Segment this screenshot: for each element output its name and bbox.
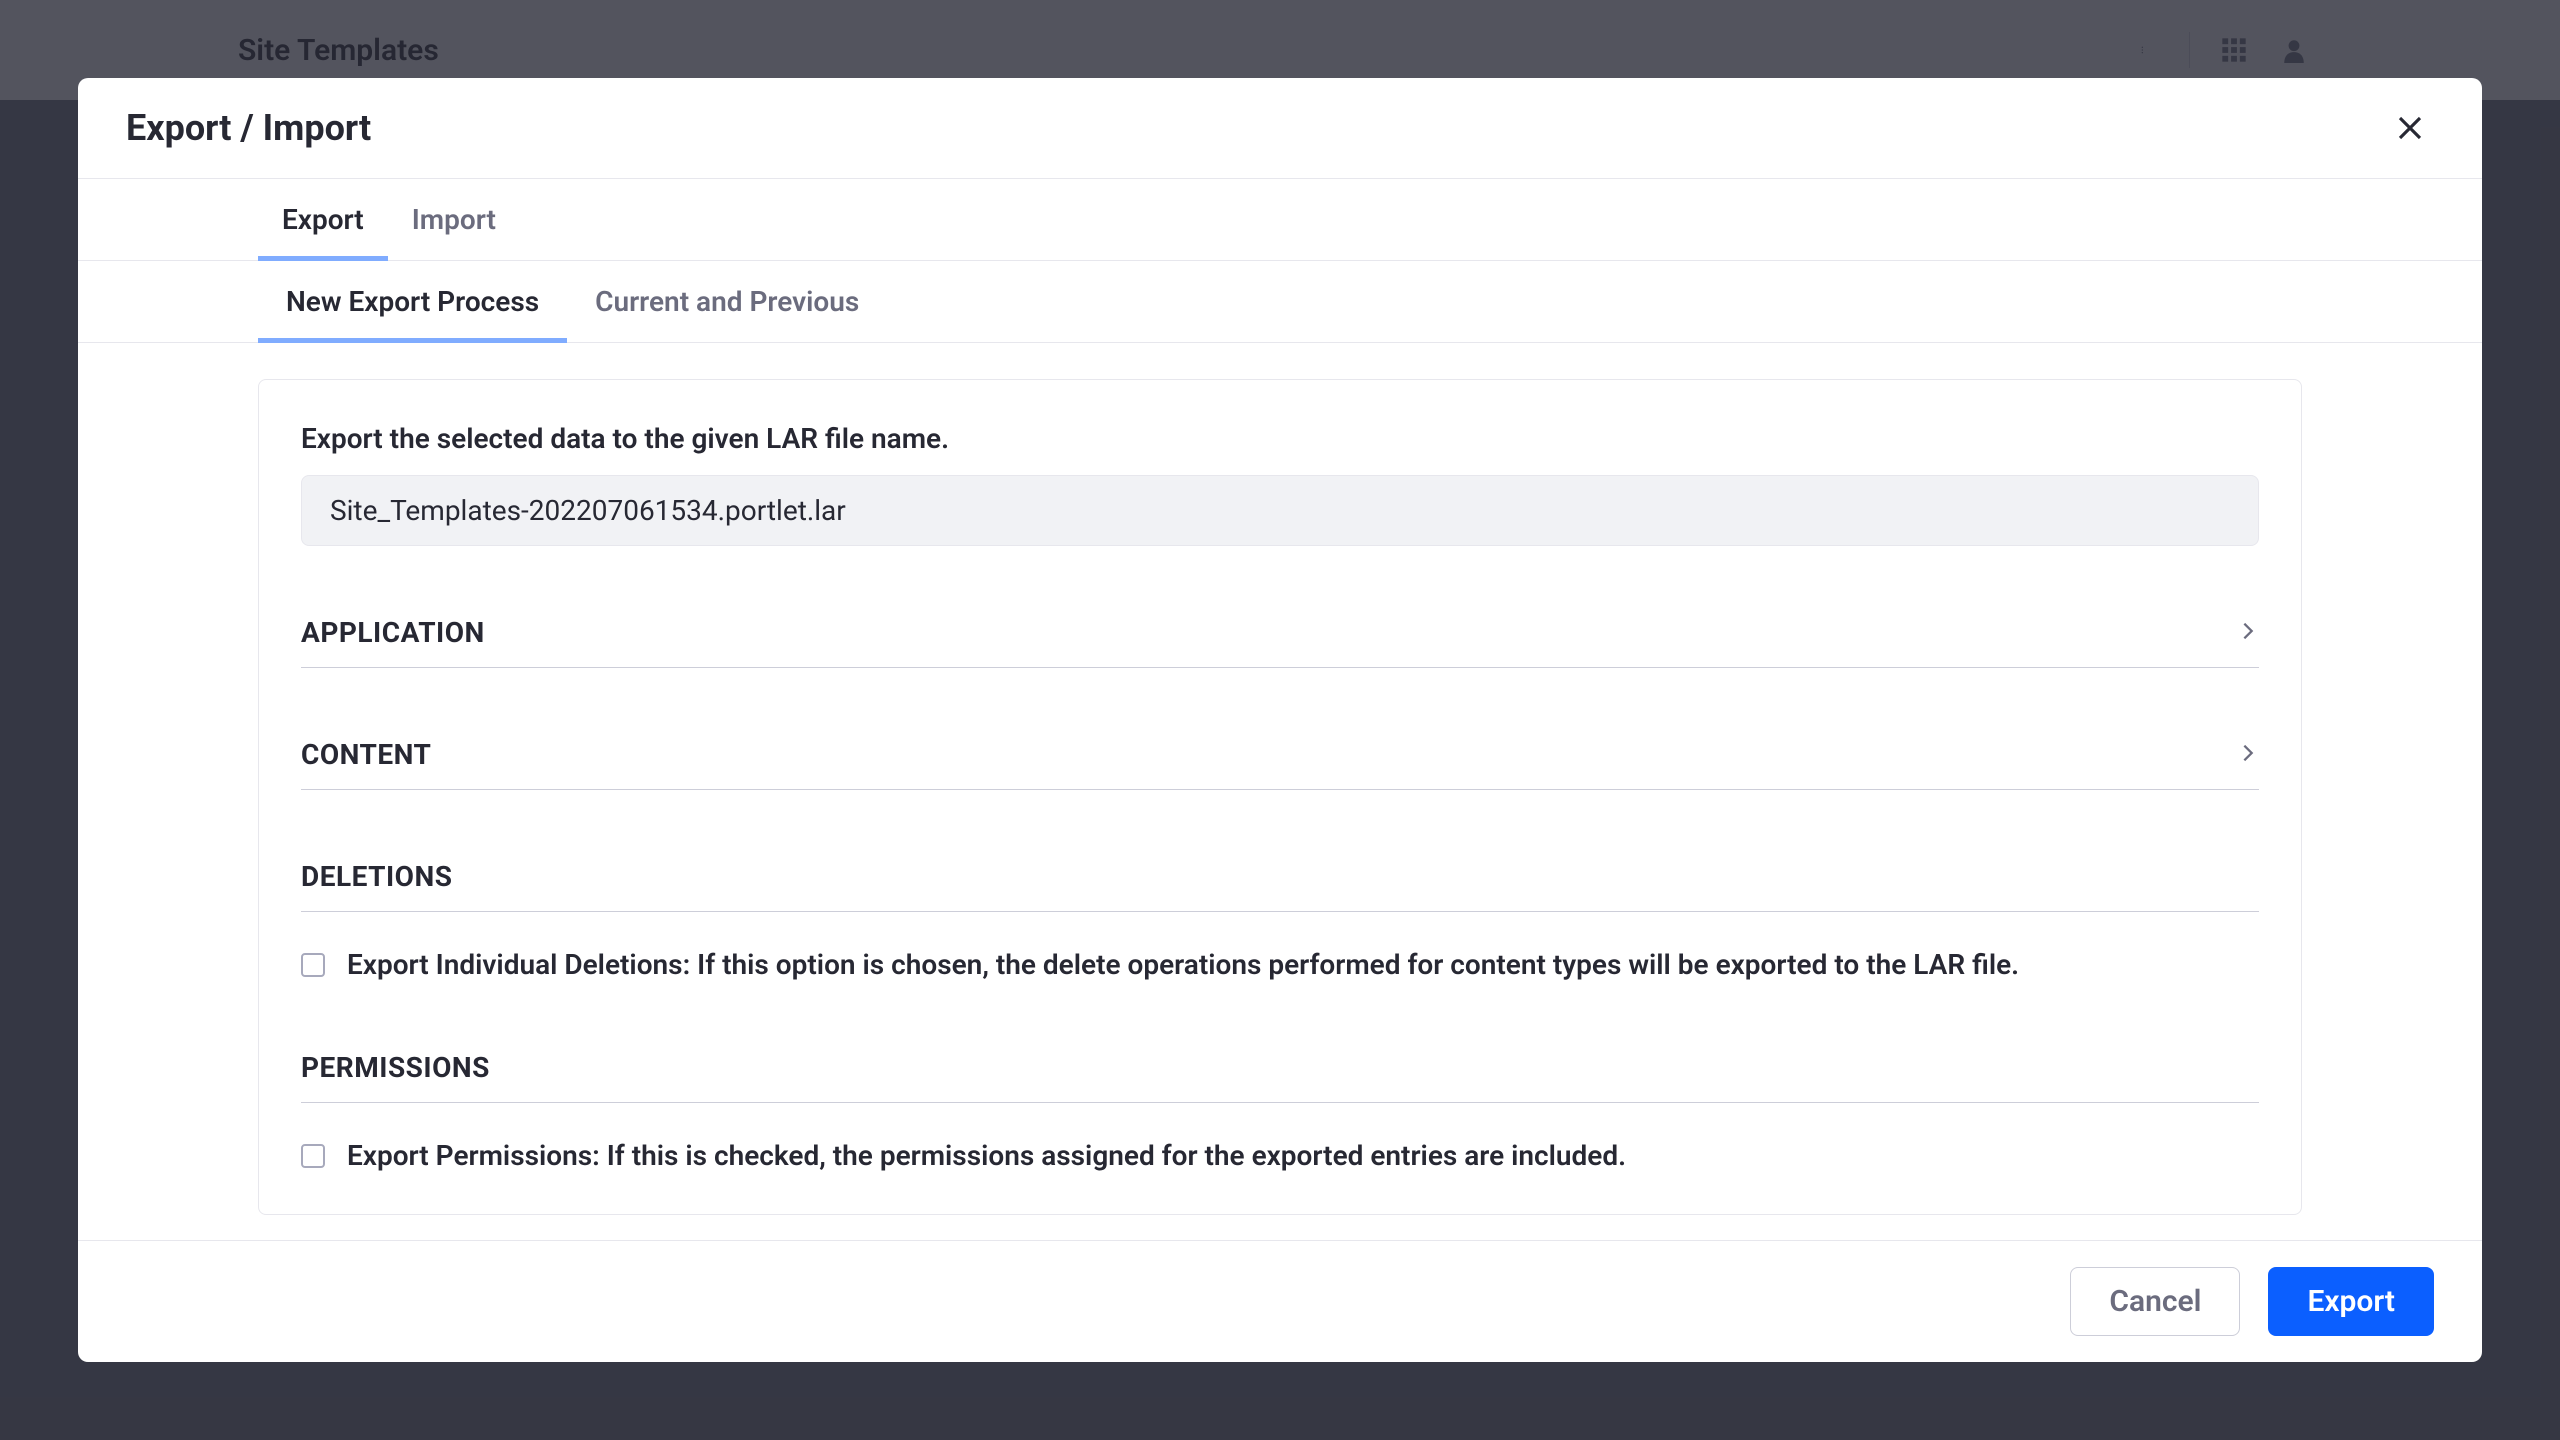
export-import-modal: Export / Import Export Import New Export… (78, 78, 2482, 1362)
export-card: Export the selected data to the given LA… (258, 379, 2302, 1215)
sub-tabs: New Export Process Current and Previous (78, 261, 2482, 343)
section-content-header[interactable]: CONTENT (301, 738, 2259, 790)
section-application: APPLICATION (301, 616, 2259, 668)
sub-tab-new-export[interactable]: New Export Process (258, 261, 567, 342)
section-content-title: CONTENT (301, 738, 431, 771)
section-permissions-header: PERMISSIONS (301, 1051, 2259, 1103)
tab-import[interactable]: Import (388, 179, 520, 260)
primary-tabs: Export Import (78, 179, 2482, 261)
section-permissions-title: PERMISSIONS (301, 1051, 490, 1084)
section-application-header[interactable]: APPLICATION (301, 616, 2259, 668)
close-button[interactable] (2386, 104, 2434, 152)
sub-tab-current-previous[interactable]: Current and Previous (567, 261, 887, 342)
deletions-checkbox-label: Export Individual Deletions: If this opt… (347, 948, 2019, 981)
tab-export[interactable]: Export (258, 179, 388, 260)
modal-header: Export / Import (78, 78, 2482, 179)
modal-title: Export / Import (126, 107, 371, 149)
close-icon (2395, 113, 2425, 143)
export-button[interactable]: Export (2268, 1267, 2434, 1336)
deletions-checkbox[interactable] (301, 953, 325, 977)
permissions-checkbox-row: Export Permissions: If this is checked, … (301, 1139, 2259, 1172)
deletions-checkbox-row: Export Individual Deletions: If this opt… (301, 948, 2259, 981)
section-deletions: DELETIONS Export Individual Deletions: I… (301, 860, 2259, 981)
chevron-right-icon (2237, 742, 2259, 768)
modal-footer: Cancel Export (78, 1240, 2482, 1362)
filename-label: Export the selected data to the given LA… (301, 422, 2259, 455)
cancel-button[interactable]: Cancel (2070, 1267, 2240, 1336)
filename-input[interactable] (301, 475, 2259, 546)
modal-body: Export the selected data to the given LA… (78, 343, 2482, 1240)
chevron-right-icon (2237, 620, 2259, 646)
section-permissions: PERMISSIONS Export Permissions: If this … (301, 1051, 2259, 1172)
permissions-checkbox[interactable] (301, 1144, 325, 1168)
section-deletions-title: DELETIONS (301, 860, 452, 893)
permissions-checkbox-label: Export Permissions: If this is checked, … (347, 1139, 1626, 1172)
section-deletions-header: DELETIONS (301, 860, 2259, 912)
section-content: CONTENT (301, 738, 2259, 790)
section-application-title: APPLICATION (301, 616, 485, 649)
